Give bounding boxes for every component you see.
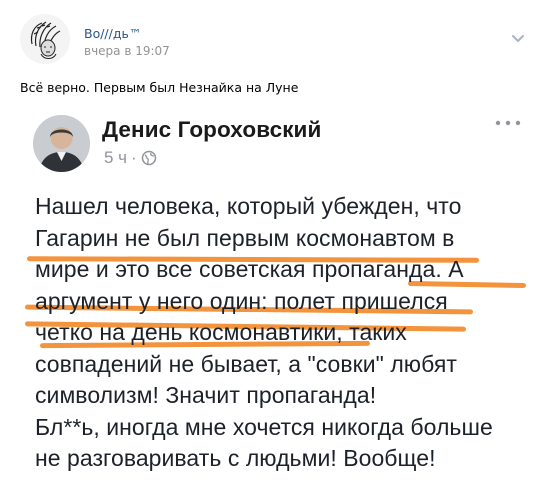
embedded-author-name: Денис Гороховский (102, 117, 322, 142)
globe-icon (141, 150, 156, 166)
author-name[interactable]: Во///дь™ (84, 26, 141, 41)
embedded-post-body: Нашел человека, который убежден, что Гаг… (35, 191, 505, 475)
body-line: символизм! Значит пропаганда! (35, 382, 377, 408)
body-line: совпадений не бывает, а "совки" любят (35, 350, 457, 377)
meta-separator: · (131, 148, 137, 167)
body-line: мире и это все советская пропаганда. А (35, 256, 464, 282)
body-line: Нашел человека, который убежден, что (35, 193, 462, 219)
body-line: четко на день космонавтики, таких (35, 319, 407, 345)
author-avatar[interactable] (20, 14, 70, 64)
body-line: не разговаривать с людьми! Вообще! (35, 445, 436, 471)
post-text: Всё верно. Первым был Незнайка на Луне (20, 80, 299, 95)
embedded-time: 5 ч (104, 148, 128, 167)
more-options-icon (495, 120, 521, 126)
post-time[interactable]: вчера в 19:07 (84, 44, 170, 58)
embedded-avatar (33, 115, 90, 172)
body-line: Бл**ь, иногда мне хочется никогда больше (35, 413, 493, 440)
chevron-down-icon[interactable] (510, 30, 526, 46)
body-line: Гагарин не был первым космонавтом в (35, 224, 455, 251)
post-header: Во///дь™ вчера в 19:07 (20, 14, 536, 64)
embedded-screenshot[interactable]: Денис Гороховский 5 ч · Нашел человека, … (20, 104, 536, 483)
embedded-meta: 5 ч · (104, 148, 157, 168)
body-line: аргумент у него один: полет пришелся (35, 287, 448, 314)
